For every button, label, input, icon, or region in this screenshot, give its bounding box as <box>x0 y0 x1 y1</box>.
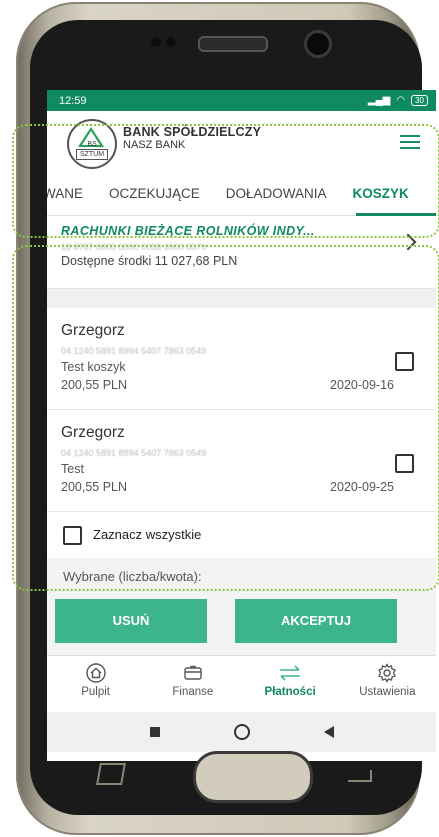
bottom-navigation: Pulpit Finanse Płatności Ustawienia <box>47 655 436 712</box>
wifi-icon: ◠ <box>396 95 406 106</box>
sensor-dot <box>151 37 161 47</box>
battery-icon: 30 <box>411 95 428 106</box>
hardware-back-key <box>348 770 372 782</box>
highlight-header-area <box>12 124 439 238</box>
action-buttons: USUŃ AKCEPTUJ <box>47 591 436 655</box>
status-icons: ▂▄▆ ◠ 30 <box>368 95 428 106</box>
nav-label: Finanse <box>172 686 214 698</box>
earpiece-speaker <box>198 36 268 52</box>
sensor-dot <box>166 37 176 47</box>
transfer-arrows-icon <box>280 665 301 681</box>
recents-icon[interactable] <box>149 727 160 737</box>
nav-ustawienia[interactable]: Ustawienia <box>339 656 436 712</box>
hardware-home-button <box>193 751 313 803</box>
front-camera <box>304 30 332 58</box>
nav-label: Pulpit <box>81 686 111 698</box>
highlight-content-area <box>12 245 439 591</box>
home-button-icon[interactable] <box>233 724 250 740</box>
wallet-icon <box>184 665 202 680</box>
nav-finanse[interactable]: Finanse <box>144 656 241 712</box>
back-icon[interactable] <box>323 726 334 738</box>
status-bar: 12:59 ▂▄▆ ◠ 30 <box>47 90 436 111</box>
nav-pulpit[interactable]: Pulpit <box>47 656 144 712</box>
nav-label: Płatności <box>264 686 316 698</box>
status-time: 12:59 <box>59 94 87 107</box>
nav-label: Ustawienia <box>359 686 416 698</box>
gear-icon <box>378 663 397 683</box>
home-icon <box>85 663 106 683</box>
delete-button[interactable]: USUŃ <box>55 599 207 643</box>
signal-icon: ▂▄▆ <box>367 95 391 106</box>
system-navigation-bar <box>47 712 436 752</box>
accept-button[interactable]: AKCEPTUJ <box>235 599 397 643</box>
hardware-recents-key <box>96 763 126 785</box>
nav-platnosci[interactable]: Płatności <box>242 656 339 712</box>
